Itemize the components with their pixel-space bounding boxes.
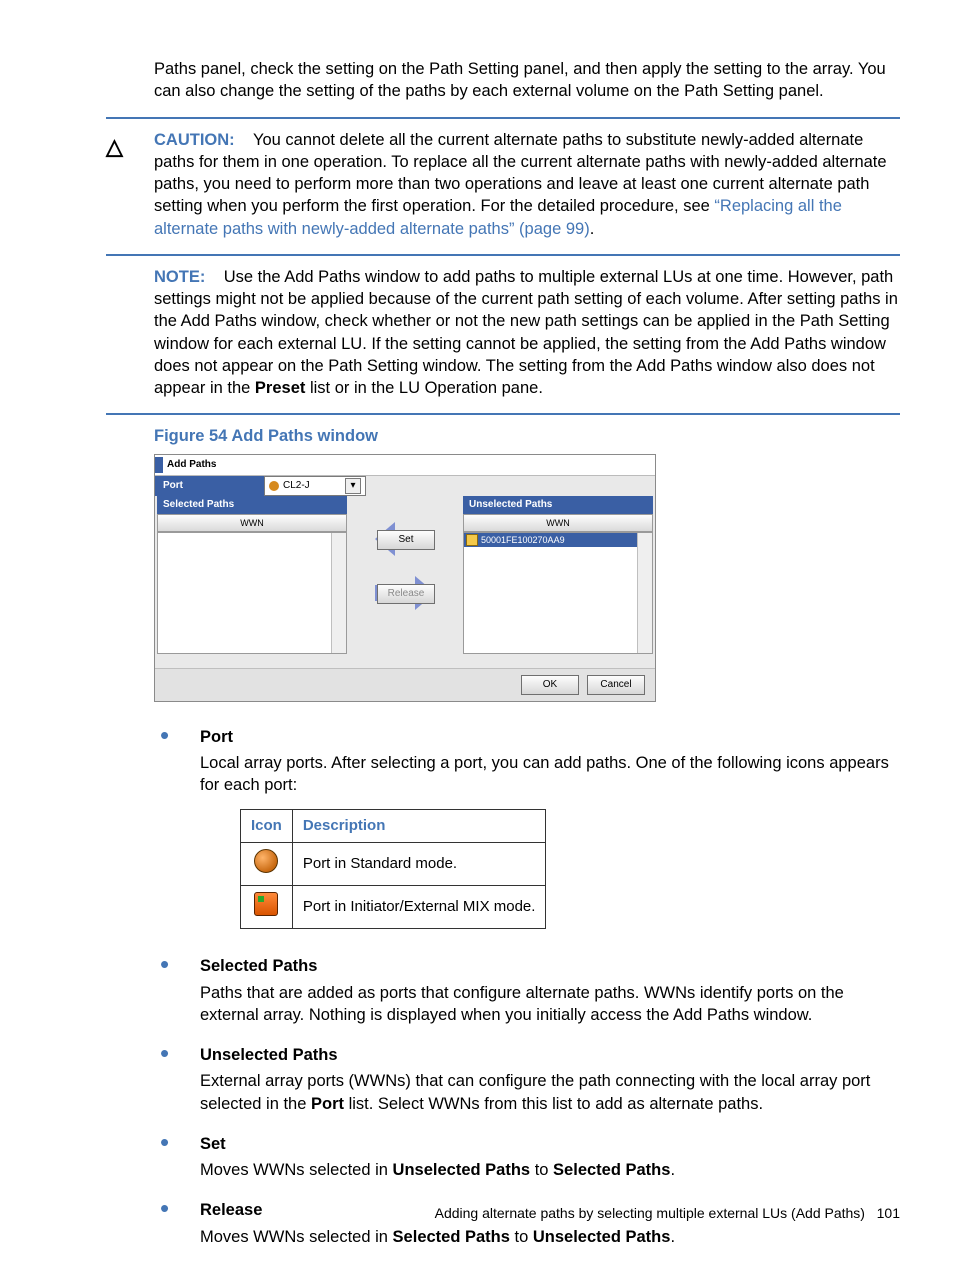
icon-table: Icon Description Port in Standard mode. …	[240, 809, 546, 930]
unselected-paths-list[interactable]: 50001FE100270AA9	[463, 532, 653, 654]
bullet-selected-desc: Paths that are added as ports that confi…	[200, 982, 900, 1027]
divider	[106, 117, 900, 119]
add-paths-screenshot: Add Paths Port CL2-J ▾ Selected Paths WW…	[154, 454, 656, 702]
bullet-port-desc: Local array ports. After selecting a por…	[200, 752, 900, 797]
bullet-unselected-head: Unselected Paths	[200, 1044, 900, 1066]
note-label: NOTE:	[154, 268, 205, 286]
th-icon: Icon	[241, 809, 293, 842]
bullet-selected-head: Selected Paths	[200, 955, 900, 977]
intro-paragraph: Paths panel, check the setting on the Pa…	[154, 58, 900, 103]
window-stripe-icon	[155, 457, 163, 473]
port-value: CL2-J	[283, 479, 310, 493]
note-text-a: Use the Add Paths window to add paths to…	[154, 268, 898, 397]
port-label: Port	[155, 476, 264, 496]
note-text-b: list or in the LU Operation pane.	[305, 379, 543, 397]
bullet-port-head: Port	[200, 726, 900, 748]
bullet-icon: •	[154, 955, 200, 1038]
ok-button[interactable]: OK	[521, 675, 579, 695]
set-button[interactable]: Set	[377, 530, 435, 550]
port-standard-icon	[269, 481, 279, 491]
td-desc: Port in Standard mode.	[292, 842, 546, 885]
page-footer: Adding alternate paths by selecting mult…	[0, 1204, 900, 1223]
scrollbar[interactable]	[331, 533, 346, 653]
selected-paths-header: Selected Paths	[157, 496, 347, 514]
bullet-icon: •	[154, 1133, 200, 1194]
chevron-down-icon[interactable]: ▾	[345, 478, 361, 494]
bullet-icon: •	[154, 1044, 200, 1127]
th-desc: Description	[292, 809, 546, 842]
port-standard-icon	[254, 849, 278, 873]
table-row: Port in Standard mode.	[241, 842, 546, 885]
selected-paths-list[interactable]	[157, 532, 347, 654]
caution-block: △ CAUTION: You cannot delete all the cur…	[106, 129, 900, 240]
port-dropdown[interactable]: CL2-J ▾	[264, 476, 366, 496]
caution-label: CAUTION:	[154, 131, 235, 149]
figure-title: Figure 54 Add Paths window	[154, 425, 900, 447]
list-item[interactable]: 50001FE100270AA9	[464, 533, 652, 547]
scrollbar[interactable]	[637, 533, 652, 653]
bullet-release-desc: Moves WWNs selected in Selected Paths to…	[200, 1226, 900, 1248]
window-title: Add Paths	[167, 458, 216, 472]
wwn-header: WWN	[157, 514, 347, 532]
bullet-icon: •	[154, 726, 200, 950]
bullet-set-desc: Moves WWNs selected in Unselected Paths …	[200, 1159, 900, 1181]
divider	[106, 413, 900, 415]
wwn-entry: 50001FE100270AA9	[481, 534, 565, 546]
unselected-paths-header: Unselected Paths	[463, 496, 653, 514]
td-desc: Port in Initiator/External MIX mode.	[292, 886, 546, 929]
caution-icon: △	[106, 129, 154, 162]
divider	[106, 254, 900, 256]
note-paragraph: NOTE: Use the Add Paths window to add pa…	[154, 266, 900, 400]
port-external-icon	[254, 892, 278, 916]
preset-bold: Preset	[255, 379, 305, 397]
port-external-icon	[466, 534, 478, 546]
caution-after: .	[590, 220, 595, 238]
cancel-button[interactable]: Cancel	[587, 675, 645, 695]
bullet-set-head: Set	[200, 1133, 900, 1155]
wwn-header: WWN	[463, 514, 653, 532]
table-row: Port in Initiator/External MIX mode.	[241, 886, 546, 929]
bullet-unselected-desc: External array ports (WWNs) that can con…	[200, 1070, 900, 1115]
release-button[interactable]: Release	[377, 584, 435, 604]
